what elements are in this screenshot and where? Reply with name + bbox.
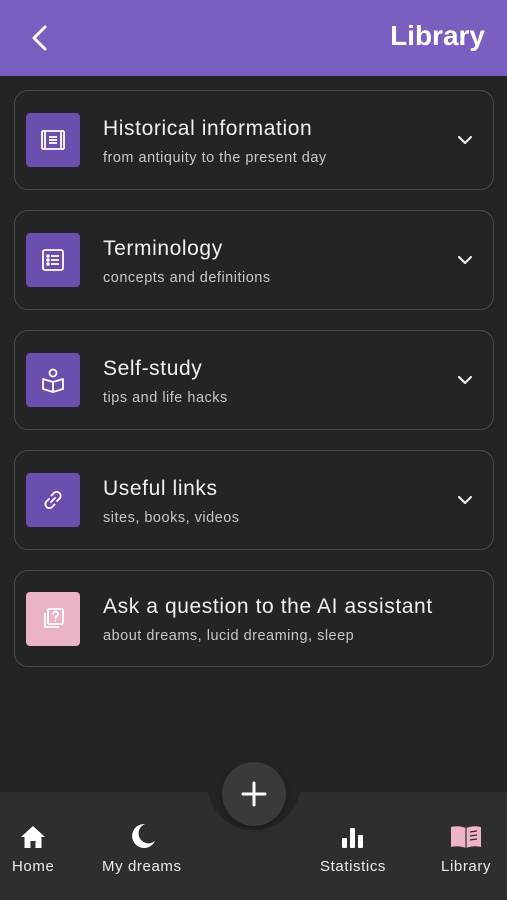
chevron-down-icon[interactable] <box>455 370 475 390</box>
card-icon-tile <box>26 592 80 646</box>
bar-chart-icon <box>342 828 363 848</box>
card-icon-tile <box>26 473 80 527</box>
chevron-down-icon[interactable] <box>455 490 475 510</box>
nav-my-dreams[interactable]: My dreams <box>102 822 182 875</box>
reader-icon <box>42 368 64 393</box>
card-title: Historical information <box>103 117 313 140</box>
card-title: Self-study <box>103 357 203 380</box>
card-title: Terminology <box>103 237 223 260</box>
add-dream-button[interactable] <box>222 762 286 826</box>
moon-icon <box>131 823 155 848</box>
question-icon <box>44 608 64 628</box>
library-list: Historical information from antiquity to… <box>14 90 494 687</box>
plus-icon <box>241 781 267 807</box>
nav-label: My dreams <box>102 858 182 875</box>
nav-label: Library <box>441 858 492 875</box>
chevron-down-icon[interactable] <box>455 130 475 150</box>
nav-home[interactable]: Home <box>12 822 54 875</box>
back-button[interactable] <box>24 22 56 54</box>
app-header: Library <box>0 0 507 76</box>
chevron-left-icon <box>32 25 47 51</box>
card-subtitle: from antiquity to the present day <box>103 150 327 166</box>
scroll-icon <box>41 130 65 150</box>
list-icon <box>42 249 64 271</box>
nav-statistics[interactable]: Statistics <box>320 822 386 875</box>
card-terminology[interactable]: Terminology concepts and definitions <box>14 210 494 310</box>
card-subtitle: about dreams, lucid dreaming, sleep <box>103 628 355 644</box>
card-ai-assistant[interactable]: Ask a question to the AI assistant about… <box>14 570 494 667</box>
nav-library[interactable]: Library <box>441 822 491 875</box>
card-subtitle: sites, books, videos <box>103 510 240 526</box>
card-icon-tile <box>26 353 80 407</box>
card-icon-tile <box>26 113 80 167</box>
nav-label: Statistics <box>320 858 387 875</box>
card-subtitle: concepts and definitions <box>103 270 271 286</box>
home-icon <box>21 826 46 848</box>
card-title: Ask a question to the AI assistant <box>103 595 433 618</box>
book-icon <box>451 826 482 848</box>
card-historical-information[interactable]: Historical information from antiquity to… <box>14 90 494 190</box>
card-icon-tile <box>26 233 80 287</box>
card-title: Useful links <box>103 477 218 500</box>
card-subtitle: tips and life hacks <box>103 390 228 406</box>
chevron-down-icon[interactable] <box>455 250 475 270</box>
nav-label: Home <box>12 858 55 875</box>
card-self-study[interactable]: Self-study tips and life hacks <box>14 330 494 430</box>
card-useful-links[interactable]: Useful links sites, books, videos <box>14 450 494 550</box>
link-icon <box>44 491 62 509</box>
page-title: Library <box>390 20 485 51</box>
